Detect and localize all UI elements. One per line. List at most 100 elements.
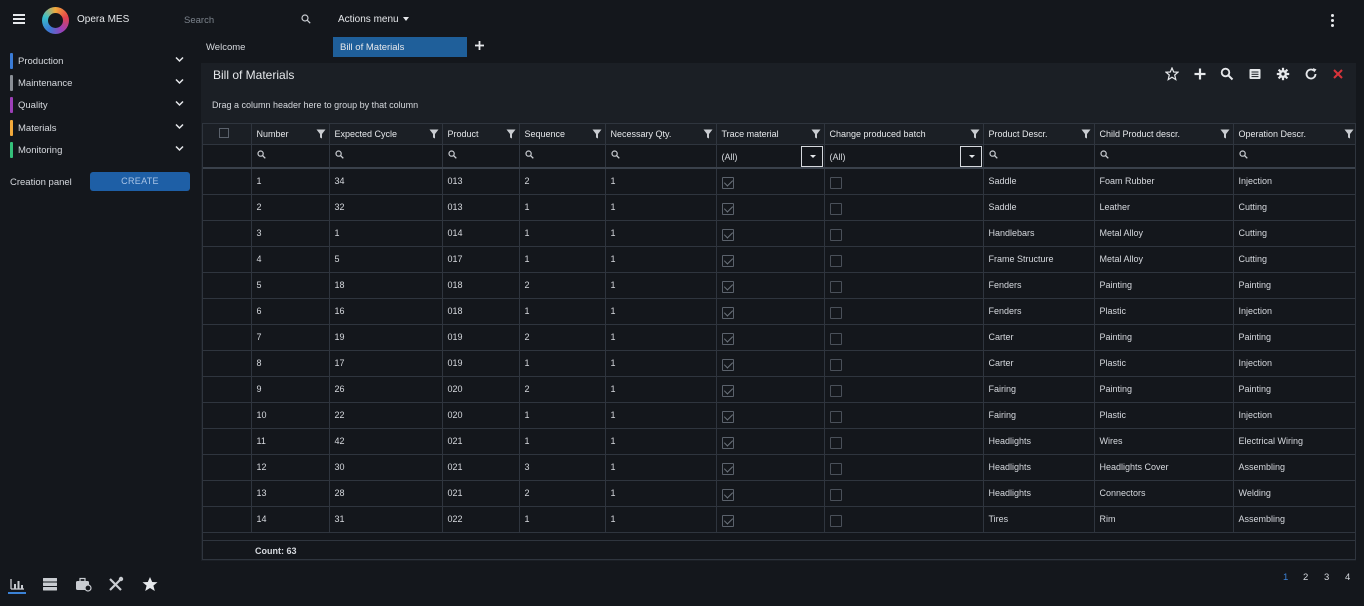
filter-icon[interactable] [1081,129,1091,139]
table-row[interactable]: 9 26 020 2 1 Fairing Painting Painting [203,376,1355,403]
filter-icon[interactable] [429,129,439,139]
filter-icon[interactable] [506,129,516,139]
filter-cell-child-product-descr[interactable] [1094,144,1234,169]
sidebar-item-color-bar [10,53,13,69]
filter-cell-number[interactable] [251,144,330,169]
filter-icon[interactable] [970,129,980,139]
menu-icon[interactable] [13,14,25,24]
filter-cell-product[interactable] [442,144,520,169]
table-row[interactable]: 1 34 013 2 1 Saddle Foam Rubber Injection [203,168,1355,195]
list-view-icon[interactable] [1248,67,1262,81]
search-icon[interactable] [301,14,311,24]
filter-cell-sequence[interactable] [519,144,606,169]
page-3-button[interactable]: 3 [1324,572,1329,583]
row-select-cell[interactable] [203,454,252,481]
filter-cell-trace-material[interactable]: (All) [716,144,825,169]
close-icon[interactable] [1331,67,1345,81]
trace-material-checkbox [721,514,734,527]
add-icon[interactable] [1193,67,1207,81]
server-icon[interactable] [41,576,59,594]
sidebar-item-materials[interactable]: Materials [10,119,188,137]
table-row[interactable]: 4 5 017 1 1 Frame Structure Metal Alloy Cutting [203,246,1355,273]
change-batch-checkbox [829,332,842,345]
column-header-necessary-qty[interactable]: Necessary Qty. [605,124,717,145]
table-row[interactable]: 2 32 013 1 1 Saddle Leather Cutting [203,194,1355,221]
trace-material-filter-select[interactable]: (All) [717,145,824,166]
filter-icon[interactable] [592,129,602,139]
table-row[interactable]: 6 16 018 1 1 Fenders Plastic Injection [203,298,1355,325]
filter-icon[interactable] [316,129,326,139]
chart-icon[interactable] [8,576,26,594]
actions-menu[interactable]: Actions menu [338,14,409,25]
table-row[interactable]: 8 17 019 1 1 Carter Plastic Injection [203,350,1355,377]
row-select-cell[interactable] [203,246,252,273]
settings-gear-icon[interactable] [1276,67,1290,81]
row-select-cell[interactable] [203,350,252,377]
sidebar-item-quality[interactable]: Quality [10,96,188,114]
column-header-expected-cycle[interactable]: Expected Cycle [329,124,443,145]
table-row[interactable]: 11 42 021 1 1 Headlights Wires Electrical Wirin… [203,428,1355,455]
column-header-change-produced-batch[interactable]: Change produced batch [824,124,984,145]
page-2-button[interactable]: 2 [1303,572,1308,583]
row-select-cell[interactable] [203,168,252,195]
filter-icon[interactable] [1344,129,1354,139]
filter-cell-change-produced-batch[interactable]: (All) [824,144,984,169]
dropdown-arrow-icon[interactable] [800,145,823,166]
cell-trace-material [716,324,825,351]
page-4-button[interactable]: 4 [1345,572,1350,583]
filter-cell-operation-descr[interactable] [1233,144,1355,169]
row-select-cell[interactable] [203,194,252,221]
row-select-cell[interactable] [203,428,252,455]
sidebar-item-monitoring[interactable]: Monitoring [10,141,188,159]
select-all-checkbox[interactable] [219,127,229,138]
filter-icon[interactable] [811,129,821,139]
row-select-cell[interactable] [203,506,252,533]
table-row[interactable]: 12 30 021 3 1 Headlights Headlights Cover Assem… [203,454,1355,481]
search-input[interactable] [180,11,310,29]
table-row[interactable]: 5 18 018 2 1 Fenders Painting Painting [203,272,1355,299]
table-row[interactable]: 3 1 014 1 1 Handlebars Metal Alloy Cutting [203,220,1355,247]
table-row[interactable]: 14 31 022 1 1 Tires Rim Assembling [203,506,1355,533]
filter-icon[interactable] [703,129,713,139]
table-row[interactable]: 13 28 021 2 1 Headlights Connectors Welding [203,480,1355,507]
search-icon[interactable] [1220,67,1234,81]
create-button[interactable]: CREATE [90,172,190,191]
column-header-trace-material[interactable]: Trace material [716,124,825,145]
table-row[interactable]: 10 22 020 1 1 Fairing Plastic Injection [203,402,1355,429]
toolbox-icon[interactable] [74,576,92,594]
refresh-icon[interactable] [1304,67,1318,81]
column-header-sequence[interactable]: Sequence [519,124,606,145]
table-row[interactable]: 7 19 019 2 1 Carter Painting Painting [203,324,1355,351]
change-batch-filter-select[interactable]: (All) [825,145,983,166]
column-header-product-descr[interactable]: Product Descr. [983,124,1095,145]
filter-cell-necessary-qty[interactable] [605,144,717,169]
cell-number: 10 [251,402,330,429]
column-header-operation-descr[interactable]: Operation Descr. [1233,124,1355,145]
row-select-cell[interactable] [203,402,252,429]
cell-number: 6 [251,298,330,325]
row-select-cell[interactable] [203,298,252,325]
column-header-product[interactable]: Product [442,124,520,145]
select-all-header[interactable] [203,124,252,145]
add-tab-icon[interactable] [474,40,485,51]
tools-icon[interactable] [107,576,125,594]
tab-welcome[interactable]: Welcome [206,42,245,53]
tab-bill-of-materials[interactable]: Bill of Materials [333,37,467,57]
row-select-cell[interactable] [203,376,252,403]
column-header-child-product-descr[interactable]: Child Product descr. [1094,124,1234,145]
page-1-button[interactable]: 1 [1283,572,1288,583]
row-select-cell[interactable] [203,480,252,507]
row-select-cell[interactable] [203,272,252,299]
row-select-cell[interactable] [203,324,252,351]
favorite-star-icon[interactable] [1165,67,1179,81]
row-select-cell[interactable] [203,220,252,247]
filter-cell-expected-cycle[interactable] [329,144,443,169]
filter-icon[interactable] [1220,129,1230,139]
sidebar-item-production[interactable]: Production [10,52,188,70]
more-vertical-icon[interactable] [1331,14,1335,27]
star-icon[interactable] [141,576,159,594]
column-header-number[interactable]: Number [251,124,330,145]
filter-cell-product-descr[interactable] [983,144,1095,169]
dropdown-arrow-icon[interactable] [959,145,982,166]
sidebar-item-maintenance[interactable]: Maintenance [10,74,188,92]
